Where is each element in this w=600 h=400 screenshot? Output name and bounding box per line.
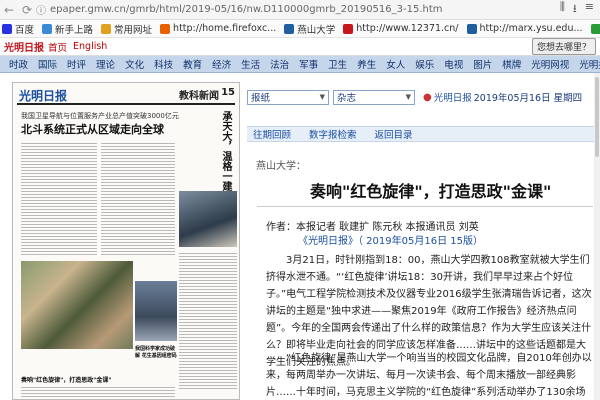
bookmark-favicon-icon <box>284 23 295 34</box>
issue-date-paper: 光明日报 <box>433 93 472 104</box>
bookmark-item[interactable]: http://home.firefoxc... <box>160 23 280 34</box>
paper-subhead: 我国卫星导航与位置服务产业总产值突破3000亿元 <box>21 112 179 120</box>
article-paragraph: “红色旋律”是燕山大学一个响当当的校园文化品牌，自2010年创办以来，每两周举办… <box>266 353 592 398</box>
paper-text-block <box>21 385 175 399</box>
english-link[interactable]: English <box>73 41 107 52</box>
channel-link[interactable]: 生活 <box>236 57 265 71</box>
channel-link[interactable]: 科技 <box>149 57 178 71</box>
channel-link[interactable]: 经济 <box>207 57 236 71</box>
library-icon[interactable]: ⫼ <box>560 0 565 19</box>
info-icon[interactable]: ⓘ <box>36 2 50 17</box>
download-icon[interactable]: ⭳ <box>573 0 577 19</box>
home-link[interactable]: 首页 <box>48 40 67 54</box>
paper-bottom-headline-2[interactable]: 我国科学家成功破解 花生基因组密码 <box>135 345 179 359</box>
scrollbar[interactable] <box>594 73 600 400</box>
channel-link[interactable]: 法治 <box>265 57 294 71</box>
chevron-down-icon: ▼ <box>405 93 411 101</box>
students-photo <box>21 261 133 349</box>
article: 燕山大学： 奏响"红色旋律"，打造思政"金课" 作者：本报记者 耿建扩 陈元秋 … <box>253 148 600 400</box>
channel-nav: 时政 国际 时评 理论 文化 科技 教育 经济 生活 法治 军事 卫生 养生 女人 娱乐 电视 图片 棋牌 光明网视… <box>0 56 600 73</box>
paper-bottom-headline-1[interactable]: 奏响"红色旋律"，打造思政"金课" <box>21 375 139 384</box>
bullet-icon: ● <box>423 91 432 103</box>
paper-masthead: 光明日报 <box>19 89 68 103</box>
bookmark-item[interactable]: 百度 <box>2 22 38 36</box>
sub-type-value: 杂志 <box>337 93 357 104</box>
bookmark-label: http://www.12371.cn/ <box>356 23 459 34</box>
channel-link[interactable]: 文化 <box>120 57 149 71</box>
chevron-down-icon: ▼ <box>319 93 325 101</box>
site-logo[interactable]: 光明日报 <box>4 39 44 54</box>
search-row: 报纸 ▼ 杂志 ▼ ● 光明日报 2019年05月16日 星期四 <box>247 88 600 106</box>
where-to-go-button[interactable]: 您想去哪里？ <box>531 38 596 55</box>
bookmarks-bar: 百度 新手上路 常用网址 http://home.firefoxc... 燕山大学 htt… <box>0 20 600 38</box>
channel-link[interactable]: 军事 <box>294 57 323 71</box>
article-source: 《光明日报》（ 2019年05月16日 15版） <box>298 236 483 247</box>
paper-type-value: 报纸 <box>251 93 271 104</box>
tab-back-to-contents[interactable]: 返回目录 <box>375 127 413 141</box>
paper-headline[interactable]: 北斗系统正式从区域走向全球 <box>21 121 164 137</box>
channel-link[interactable]: 时评 <box>62 57 91 71</box>
bookmark-label: http://home.firefoxc... <box>173 23 277 34</box>
article-divider <box>257 206 593 207</box>
channel-link[interactable]: 卫生 <box>323 57 352 71</box>
bookmark-favicon-icon <box>42 23 53 34</box>
bookmark-label: 常用网址 <box>114 24 153 36</box>
channel-link[interactable]: 电视 <box>439 57 468 71</box>
site-header: 光明日报 首页 English 您想去哪里？ <box>0 38 600 56</box>
bookmark-label: 新手上路 <box>55 24 94 36</box>
channel-link[interactable]: 娱乐 <box>410 57 439 71</box>
tab-past-issues[interactable]: 往期回顾 <box>253 127 291 141</box>
bookmark-favicon-icon <box>343 23 354 34</box>
paper-type-select[interactable]: 报纸 ▼ <box>247 89 329 105</box>
paper-page-number: 15 <box>221 87 235 98</box>
channel-link[interactable]: 国际 <box>33 57 62 71</box>
channel-link[interactable]: 光明报系 <box>574 57 600 71</box>
bookmark-item[interactable]: 燕山大学 <box>284 22 339 36</box>
bookmark-item[interactable]: https://www.txffp.co... <box>590 23 600 34</box>
address-bar: ← ⟳ ⓘ epaper.gmw.cn/gmrb/html/2019-05/16… <box>0 0 600 20</box>
channel-link[interactable]: 棋牌 <box>497 57 526 71</box>
newspaper-page-image[interactable]: 光明日报 教科新闻 15 我国卫星导航与位置服务产业总产值突破3000亿元 北斗… <box>12 82 240 400</box>
channel-link[interactable]: 时政 <box>4 57 33 71</box>
issue-date-value: 2019年05月16日 星期四 <box>473 93 583 104</box>
channel-link[interactable]: 光明网视 <box>526 57 574 71</box>
menu-icon[interactable]: ≡ <box>585 0 594 19</box>
paper-rule <box>17 103 235 105</box>
paper-section: 教科新闻 <box>179 91 219 102</box>
article-kicker: 燕山大学： <box>256 161 306 172</box>
bookmark-item[interactable]: 常用网址 <box>101 22 156 36</box>
paper-text-block <box>21 141 97 257</box>
scrollbar-thumb[interactable] <box>595 77 599 157</box>
bookmark-favicon-icon <box>2 23 12 34</box>
bookmark-item[interactable]: 新手上路 <box>42 22 97 36</box>
bookmark-item[interactable]: http://marx.ysu.edu... <box>466 23 587 34</box>
channel-link[interactable]: 图片 <box>468 57 497 71</box>
paper-text-block <box>179 251 237 391</box>
tab-digital-search[interactable]: 数字报检索 <box>309 127 357 141</box>
bookmark-favicon-icon <box>466 23 477 34</box>
channel-link[interactable]: 教育 <box>178 57 207 71</box>
url-field[interactable]: epaper.gmw.cn/gmrb/html/2019-05/16/nw.D1… <box>50 4 560 15</box>
sub-type-select[interactable]: 杂志 ▼ <box>333 89 415 105</box>
lab-photo <box>135 281 177 341</box>
bookmark-item[interactable]: http://www.12371.cn/ <box>343 23 462 34</box>
portrait-photo <box>179 191 237 247</box>
bookmark-favicon-icon <box>101 23 112 34</box>
article-byline: 作者：本报记者 耿建扩 陈元秋 本报通讯员 刘英 <box>266 222 479 233</box>
bookmark-label: 百度 <box>15 24 35 36</box>
article-title: 奏响"红色旋律"，打造思政"金课" <box>310 182 552 201</box>
channel-link[interactable]: 理论 <box>91 57 120 71</box>
bookmark-favicon-icon <box>590 23 600 34</box>
bookmark-label: http://marx.ysu.edu... <box>479 23 583 34</box>
channel-link[interactable]: 养生 <box>352 57 381 71</box>
bookmark-favicon-icon <box>160 23 171 34</box>
refresh-icon[interactable]: ⟳ <box>18 3 36 17</box>
nav-tabs: 往期回顾 数字报检索 返回目录 <box>247 126 600 142</box>
issue-date: ● 光明日报 2019年05月16日 星期四 <box>423 90 583 105</box>
bookmark-label: 燕山大学 <box>297 24 336 36</box>
channel-link[interactable]: 女人 <box>381 57 410 71</box>
back-arrow-icon[interactable]: ← <box>0 3 18 17</box>
paper-text-block <box>101 141 175 257</box>
